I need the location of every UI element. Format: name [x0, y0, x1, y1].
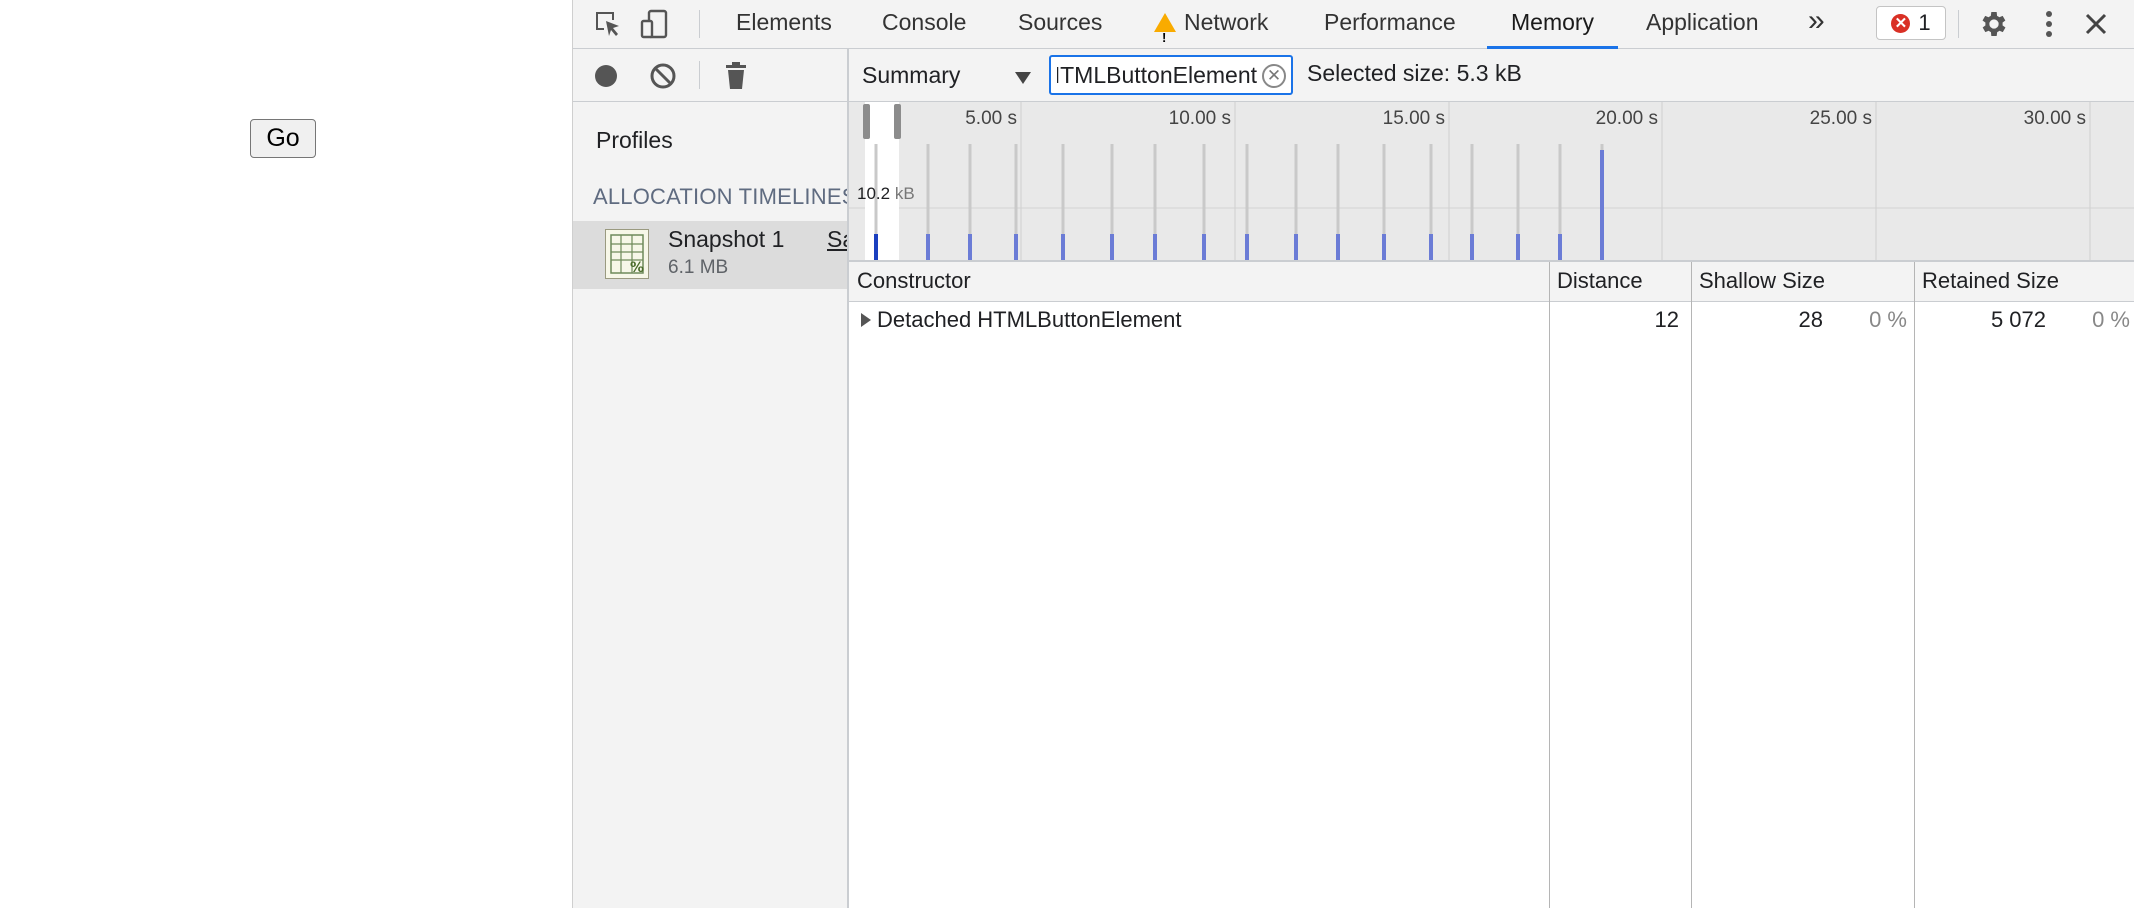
trash-icon[interactable]: [718, 58, 754, 94]
more-tabs-chevron-icon[interactable]: »: [1806, 0, 1827, 48]
timeline-tick-label: 10.00 s: [1168, 108, 1231, 129]
view-mode-select[interactable]: Summary: [862, 59, 1034, 93]
clear-icon[interactable]: [645, 58, 681, 94]
timeline-live-bar: [1382, 234, 1386, 260]
timeline-peak-value: 10.2: [857, 184, 891, 203]
column-divider: [1691, 262, 1692, 908]
timeline-live-bar: [968, 234, 972, 260]
error-count-badge[interactable]: ✕ 1: [1876, 6, 1946, 40]
warning-icon: [1154, 13, 1176, 60]
toolbar-divider: [699, 10, 700, 38]
snapshot-size: 6.1 MB: [668, 257, 729, 278]
column-divider: [1549, 262, 1550, 908]
column-header-distance[interactable]: Distance: [1557, 268, 1643, 294]
tab-console[interactable]: Console: [880, 0, 968, 48]
toolbar-divider: [699, 61, 700, 89]
cell-retained-size: 5 072: [1990, 307, 2046, 332]
devtools-panel: Elements Console Sources Network Perform…: [572, 0, 2134, 908]
timeline-tick-label: 25.00 s: [1809, 108, 1872, 129]
expand-triangle-icon[interactable]: [861, 313, 871, 327]
column-header-retained-size[interactable]: Retained Size: [1922, 268, 2059, 294]
column-header-shallow-size[interactable]: Shallow Size: [1699, 268, 1825, 294]
profiles-sidebar: Profiles ALLOCATION TIMELINES % Snapshot…: [573, 49, 849, 908]
clear-filter-icon[interactable]: ✕: [1262, 64, 1286, 88]
tab-network-label: Network: [1184, 9, 1269, 35]
record-icon[interactable]: [588, 58, 624, 94]
go-button[interactable]: Go: [250, 119, 316, 158]
kebab-menu-icon[interactable]: [2031, 6, 2067, 42]
cell-shallow-percent: 0 %: [1869, 307, 1907, 332]
tab-network[interactable]: Network: [1152, 0, 1270, 60]
timeline-tick-label: 5.00 s: [965, 108, 1017, 129]
error-count: 1: [1918, 10, 1931, 35]
allocation-bars-total: [874, 144, 1604, 260]
device-toolbar-icon[interactable]: [637, 6, 673, 42]
timeline-peak-label: 10.2 kB: [857, 184, 915, 204]
memory-toolbar: Summary ✕ Selected size: 5.3 kB: [849, 49, 2134, 102]
cell-retained-percent: 0 %: [2092, 307, 2130, 332]
timeline-live-bar: [1516, 234, 1520, 260]
timeline-live-bar: [874, 234, 878, 260]
allocation-bars-live: [874, 150, 1604, 260]
gear-icon[interactable]: [1976, 6, 2012, 42]
view-mode-value: Summary: [862, 62, 961, 88]
class-filter-box[interactable]: ✕: [1049, 55, 1293, 95]
timeline-live-bar: [926, 234, 930, 260]
timeline-peak-unit: kB: [894, 184, 915, 203]
timeline-live-bar: [1470, 234, 1474, 260]
timeline-live-bar: [1600, 150, 1604, 260]
heap-snapshot-icon: %: [605, 229, 649, 279]
devtools-main-toolbar: Elements Console Sources Network Perform…: [573, 0, 2134, 60]
inspect-element-icon[interactable]: [590, 6, 626, 42]
tab-elements[interactable]: Elements: [734, 0, 834, 48]
heap-summary-table: Constructor Distance Shallow Size Retain…: [849, 262, 2134, 908]
table-row[interactable]: Detached HTMLButtonElement 12 28 0 % 5 0…: [849, 302, 2134, 338]
page-viewport: Go: [0, 0, 572, 908]
snapshot-list-item[interactable]: % Snapshot 1 6.1 MB Save: [573, 221, 847, 289]
timeline-live-bar: [1294, 234, 1298, 260]
cell-shallow-size: 28: [1798, 307, 1823, 332]
timeline-live-bar: [1429, 234, 1433, 260]
table-header: Constructor Distance Shallow Size Retain…: [849, 262, 2134, 302]
timeline-tick-label: 20.00 s: [1595, 108, 1658, 129]
selected-size-label: Selected size: 5.3 kB: [1307, 60, 1522, 86]
timeline-live-bar: [1558, 234, 1562, 260]
tab-sources[interactable]: Sources: [1016, 0, 1104, 48]
class-filter-input[interactable]: [1057, 59, 1257, 91]
timeline-live-bar: [1110, 234, 1114, 260]
timeline-live-bar: [1061, 234, 1065, 260]
cell-distance: 12: [1654, 307, 1679, 332]
save-snapshot-link[interactable]: Save: [827, 226, 847, 253]
timeline-live-bar: [1245, 234, 1249, 260]
close-icon[interactable]: [2078, 6, 2114, 42]
memory-content: Summary ✕ Selected size: 5.3 kB: [849, 49, 2134, 908]
profiles-toolbar: [573, 49, 847, 102]
toolbar-divider: [1958, 10, 1959, 38]
column-divider: [1914, 262, 1915, 908]
tab-application[interactable]: Application: [1644, 0, 1761, 48]
timeline-live-bar: [1014, 234, 1018, 260]
timeline-tick-label: 15.00 s: [1382, 108, 1445, 129]
timeline-live-bar: [1336, 234, 1340, 260]
column-header-constructor[interactable]: Constructor: [857, 268, 971, 294]
error-icon: ✕: [1891, 13, 1911, 33]
snapshot-title: Snapshot 1: [668, 226, 785, 252]
timeline-live-bar: [1202, 234, 1206, 260]
svg-text:%: %: [630, 260, 644, 276]
allocation-timeline[interactable]: 5.00 s 10.00 s 15.00 s 20.00 s 25.00 s 30.00 …: [849, 102, 2134, 262]
timeline-live-bar: [1153, 234, 1157, 260]
tab-performance[interactable]: Performance: [1322, 0, 1458, 48]
dropdown-arrow-icon: [1015, 72, 1031, 84]
timeline-tick-label: 30.00 s: [2023, 108, 2086, 129]
cell-constructor: Detached HTMLButtonElement: [877, 307, 1182, 332]
allocation-timelines-section: ALLOCATION TIMELINES: [593, 184, 849, 209]
tab-memory[interactable]: Memory: [1486, 0, 1619, 49]
profiles-heading: Profiles: [596, 127, 673, 153]
